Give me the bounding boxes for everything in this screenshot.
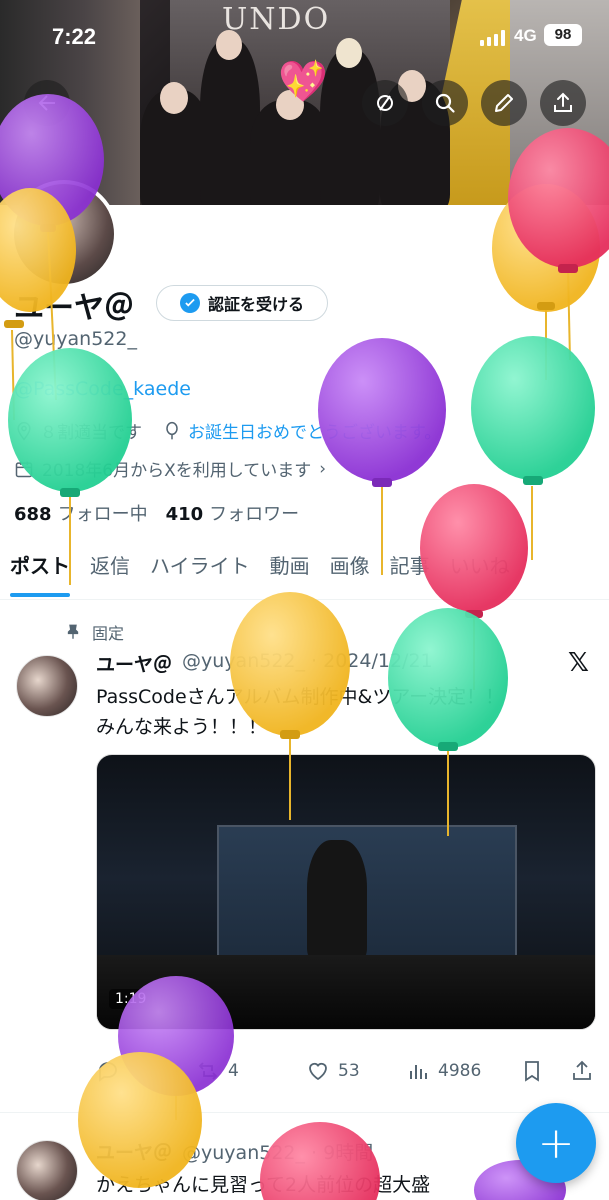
signal-icon bbox=[480, 30, 505, 46]
following-count: 688 bbox=[14, 504, 52, 525]
share-icon bbox=[554, 92, 572, 112]
heart-icon bbox=[309, 1062, 327, 1081]
balloon-icon bbox=[166, 421, 178, 439]
followers-count: 410 bbox=[165, 504, 204, 525]
share-icon bbox=[573, 1060, 591, 1080]
x-logo-icon: 𝕏 bbox=[568, 648, 589, 678]
post-avatar[interactable] bbox=[16, 655, 78, 717]
profile-handle: @yuyan522_ bbox=[14, 328, 137, 350]
profile-display-name: ユーヤ＠ bbox=[14, 291, 134, 326]
like-button[interactable]: 53 bbox=[306, 1059, 406, 1083]
share-button[interactable] bbox=[540, 80, 586, 126]
banner-person bbox=[320, 50, 380, 205]
bio-mention-link[interactable]: @PassCode_kaede bbox=[14, 378, 191, 400]
compose-post-button[interactable]: + bbox=[516, 1103, 596, 1183]
chevron-right-icon: › bbox=[319, 458, 327, 479]
birthday-message[interactable]: お誕生日おめでとうございます。 bbox=[162, 418, 441, 443]
post-video[interactable]: 1:19 bbox=[96, 754, 596, 1030]
views-chart-icon bbox=[410, 1065, 427, 1079]
edit-button[interactable] bbox=[481, 80, 527, 126]
circle-slash-icon bbox=[377, 95, 393, 111]
get-verified-label: 認証を受ける bbox=[207, 295, 304, 314]
post-author[interactable]: ユーヤ＠ bbox=[96, 650, 172, 677]
tab-images[interactable]: 画像 bbox=[320, 540, 380, 599]
network-type: 4G bbox=[514, 26, 537, 45]
views-count: 4986 bbox=[438, 1061, 482, 1081]
joined-date-line: 2018年6月からXを利用しています › bbox=[14, 456, 326, 481]
like-count: 53 bbox=[338, 1061, 360, 1081]
circle-slash-button[interactable] bbox=[362, 80, 408, 126]
post-handle-date: @yuyan522_ · 2024/12/21 bbox=[182, 650, 433, 672]
tab-posts[interactable]: ポスト bbox=[0, 540, 80, 599]
back-button[interactable] bbox=[24, 80, 70, 126]
bookmark-icon bbox=[525, 1061, 539, 1082]
repost-count: 4 bbox=[228, 1061, 239, 1081]
video-duration: 1:19 bbox=[109, 989, 153, 1009]
post-text-line: みんな来よう！！！ bbox=[96, 716, 268, 738]
pencil-icon bbox=[495, 94, 513, 112]
post-avatar[interactable] bbox=[16, 1140, 78, 1200]
arrow-left-icon bbox=[38, 95, 55, 111]
views-button[interactable]: 4986 bbox=[406, 1059, 520, 1083]
reply-icon bbox=[99, 1062, 117, 1082]
verified-badge-icon bbox=[179, 293, 200, 313]
search-button[interactable] bbox=[422, 80, 468, 126]
video-stage-screen bbox=[217, 825, 517, 965]
battery-indicator: 98 bbox=[544, 24, 582, 46]
follow-stats: 688 フォロー中 410 フォロワー bbox=[14, 500, 299, 526]
repost-button[interactable]: 4 bbox=[196, 1059, 306, 1083]
profile-meta-line: ８割適当です お誕生日おめでとうございます。 bbox=[14, 418, 441, 443]
birthday-text: お誕生日おめでとうございます。 bbox=[188, 423, 442, 443]
reply-button[interactable] bbox=[96, 1059, 196, 1083]
post-header: ユーヤ＠ @yuyan522_ · 2024/12/21 bbox=[96, 650, 433, 677]
tab-videos[interactable]: 動画 bbox=[260, 540, 320, 599]
calendar-icon bbox=[15, 461, 33, 477]
profile-location: ８割適当です bbox=[40, 423, 142, 443]
pinned-label: 固定 bbox=[92, 624, 125, 643]
profile-avatar[interactable] bbox=[10, 180, 118, 288]
status-time: 7:22 bbox=[52, 24, 97, 49]
post-header: ユーヤ＠ @yuyan522_ · 9時間 bbox=[96, 1138, 373, 1165]
balloon-green bbox=[471, 336, 595, 485]
bookmark-button[interactable] bbox=[520, 1059, 570, 1083]
tab-replies[interactable]: 返信 bbox=[80, 540, 140, 599]
following-label: フォロー中 bbox=[57, 504, 148, 525]
post-text: かえちゃんに見習って2人前位の超大盛 bbox=[96, 1174, 431, 1196]
location-pin-icon bbox=[17, 421, 31, 440]
post-divider bbox=[0, 1112, 609, 1113]
tab-articles[interactable]: 記事 bbox=[380, 540, 440, 599]
post-share-button[interactable] bbox=[570, 1059, 596, 1083]
profile-tabs: ポスト 返信 ハイライト 動画 画像 記事 いいね bbox=[0, 540, 609, 600]
pin-icon bbox=[67, 624, 79, 639]
status-bar: 7:22 4G 98 bbox=[0, 0, 609, 72]
joined-text: 2018年6月からXを利用しています bbox=[42, 461, 312, 481]
post-actions: 4 53 4986 bbox=[96, 1056, 596, 1086]
tab-highlights[interactable]: ハイライト bbox=[140, 540, 260, 599]
pinned-indicator: 固定 bbox=[64, 620, 124, 644]
video-crowd bbox=[97, 955, 595, 1029]
post-text: PassCodeさんアルバム制作中&ツアー決定！！ みんな来よう！！！ bbox=[96, 682, 596, 742]
banner-face bbox=[160, 82, 188, 114]
following-link[interactable]: 688 フォロー中 bbox=[14, 500, 148, 526]
repost-icon bbox=[198, 1062, 218, 1080]
followers-link[interactable]: 410 フォロワー bbox=[166, 500, 300, 526]
search-icon bbox=[435, 93, 455, 113]
tab-likes[interactable]: いいね bbox=[440, 540, 520, 599]
get-verified-button[interactable]: 認証を受ける bbox=[156, 285, 328, 321]
plus-icon: + bbox=[537, 1117, 575, 1169]
balloon-purple bbox=[318, 338, 446, 487]
video-performer bbox=[307, 840, 367, 960]
post-text-line: PassCodeさんアルバム制作中&ツアー決定！！ bbox=[96, 686, 505, 708]
post-handle-time: @yuyan522_ · 9時間 bbox=[182, 1142, 374, 1164]
post-author[interactable]: ユーヤ＠ bbox=[96, 1138, 172, 1165]
followers-label: フォロワー bbox=[209, 504, 300, 525]
